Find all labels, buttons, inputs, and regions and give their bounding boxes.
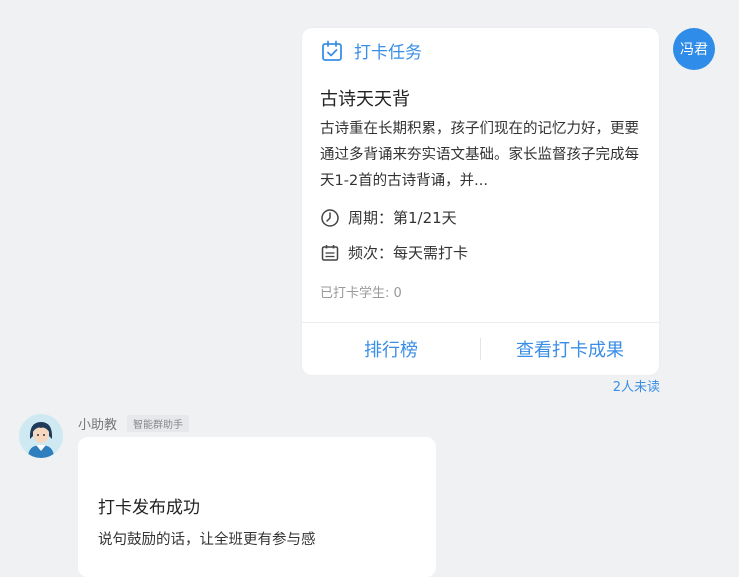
view-results-button[interactable]: 查看打卡成果	[481, 336, 659, 362]
frequency-text: 频次：每天需打卡	[348, 244, 469, 262]
check-in-task-card[interactable]: 打卡任务 古诗天天背 古诗重在长期积累，孩子们现在的记忆力好，更要通过多背诵来夯…	[302, 28, 659, 375]
frequency-row: 频次：每天需打卡	[320, 242, 468, 263]
assistant-name: 小助教	[78, 418, 118, 433]
assistant-avatar-icon	[19, 414, 63, 458]
ranking-button[interactable]: 排行榜	[302, 336, 480, 362]
assistant-avatar[interactable]	[19, 414, 63, 458]
success-description: 说句鼓励的话，让全班更有参与感	[98, 532, 316, 548]
clock-icon	[321, 208, 339, 227]
success-title: 打卡发布成功	[98, 498, 200, 518]
period-row: 周期：第1/21天	[320, 207, 457, 228]
checked-in-count: 已打卡学生: 0	[320, 286, 402, 301]
calendar-list-icon	[321, 244, 339, 261]
assistant-sender: 小助教 智能群助手	[78, 414, 190, 433]
sender-avatar[interactable]: 冯君	[673, 28, 715, 70]
card-header: 打卡任务	[320, 38, 422, 63]
calendar-check-icon	[322, 40, 342, 61]
task-title: 古诗天天背	[320, 89, 410, 110]
task-description: 古诗重在长期积累，孩子们现在的记忆力好，更要通过多背诵来夯实语文基础。家长监督孩…	[320, 121, 639, 189]
card-header-label: 打卡任务	[354, 43, 422, 63]
period-text: 周期：第1/21天	[348, 209, 457, 227]
unread-status[interactable]: 2人未读	[613, 376, 660, 395]
assistant-tag: 智能群助手	[127, 415, 190, 432]
publish-success-card[interactable]: 打卡发布成功 说句鼓励的话，让全班更有参与感	[78, 437, 436, 577]
card-footer: 排行榜 查看打卡成果	[302, 323, 659, 375]
